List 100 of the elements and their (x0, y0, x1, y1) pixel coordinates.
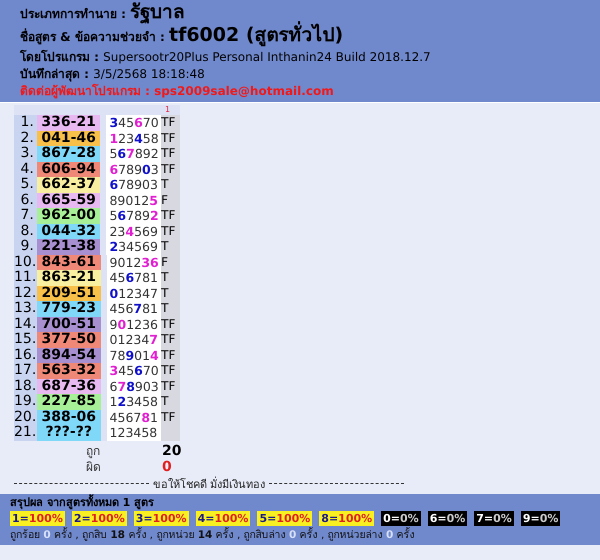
row-number: 20. (14, 410, 37, 425)
digit-cell: 678903 (106, 378, 162, 394)
number-cell: 894-54 (37, 348, 101, 363)
percent-badge: 2=100% (72, 510, 127, 526)
result-cell: TF (161, 348, 180, 363)
result-cell: T (161, 301, 180, 316)
number-cell: 227-85 (37, 394, 101, 410)
result-cell: TF (161, 208, 180, 224)
digit-cell: 345670 (106, 115, 162, 130)
number-cell: 662-37 (36, 177, 100, 192)
result-cell: TF (161, 378, 180, 394)
digit-cell: 678903 (106, 177, 162, 192)
divider-text: ขอให้โชคดี มั่งมีเงินทอง (152, 476, 266, 492)
field-value: Supersootr20Plus Personal Inthanin24 Build 2018.12.7 (103, 50, 431, 64)
result-cell: T (161, 286, 180, 301)
number-cell: 563-32 (37, 363, 101, 378)
digit-cell: 234569 (106, 239, 162, 254)
row-number: 11. (14, 270, 37, 286)
result-cell: TF (161, 130, 180, 146)
number-cell: 377-50 (37, 332, 101, 348)
summary-stats: ถูกร้อย 0 ครั้ง , ถูกสิบ 18 ครั้ง , ถูกหน่วย 14 ครั้ง , ถูกสิบล่าง 0 ครั้ง , ถูกหน่วยล่าง 0 ครั้ง (10, 528, 416, 542)
field-label: ประเภทการทำนาย : (20, 7, 127, 21)
row-number: 5. (14, 177, 37, 192)
percent-badge: 5=100% (257, 510, 312, 526)
result-cell: T (161, 270, 180, 286)
digit-cell: 012347 (106, 332, 162, 348)
number-cell: 962-00 (36, 208, 100, 224)
field-value: 3/5/2568 18:18:48 (93, 67, 205, 81)
row-number: 12. (14, 286, 37, 301)
number-cell: 700-51 (37, 316, 101, 332)
percent-badge: 6=0% (428, 510, 468, 526)
total-label: ผิด (86, 458, 102, 474)
contact-text: ติดต่อผู้พัฒนาโปรแกรม : sps2009sale@hotmail.com (20, 84, 334, 98)
percent-badge: 1=100% (10, 510, 65, 526)
field-label: โดยโปรแกรม : (20, 50, 100, 64)
row-number: 1. (14, 115, 37, 130)
row-number: 10. (14, 254, 37, 270)
result-cell: TF (161, 332, 180, 348)
result-cell: TF (161, 115, 180, 130)
row-number: 2. (14, 130, 37, 146)
field-value: รัฐบาล (130, 1, 186, 23)
number-cell: 665-59 (36, 192, 100, 208)
digit-cell: 901236 (106, 316, 162, 332)
field-label: บันทึกล่าสุด : (20, 67, 90, 81)
number-cell: 041-46 (36, 130, 100, 146)
digit-cell: 901236 (106, 254, 162, 270)
row-number: 16. (14, 348, 37, 363)
number-cell: ???-?? (37, 425, 101, 440)
total-value: 0 (162, 458, 172, 474)
number-cell: 843-61 (37, 254, 101, 270)
result-cell: TF (161, 316, 180, 332)
number-cell: 687-36 (37, 378, 101, 394)
result-cell: T (161, 177, 180, 192)
total-value: 20 (162, 442, 182, 458)
number-cell: 044-32 (36, 224, 100, 239)
row-number: 15. (14, 332, 37, 348)
row-number: 17. (14, 363, 37, 378)
digit-cell: 123458 (106, 130, 162, 146)
result-cell: TF (161, 410, 180, 425)
digit-cell: 456781 (106, 410, 162, 425)
row-number: 7. (14, 208, 37, 224)
result-cell: TF (161, 162, 180, 177)
percent-badge: 4=100% (196, 510, 250, 526)
digit-cell: 567892 (106, 208, 162, 224)
row-number: 4. (14, 162, 37, 177)
digit-cell: 234569 (106, 224, 162, 239)
row-number: 3. (14, 146, 37, 162)
result-cell: TF (161, 146, 180, 162)
row-number: 18. (14, 378, 37, 394)
row-number: 13. (14, 301, 37, 316)
number-cell: 606-94 (36, 162, 100, 177)
percent-badge: 9=0% (520, 510, 560, 526)
result-cell: T (161, 239, 180, 254)
result-cell: F (161, 254, 180, 270)
row-number: 14. (14, 316, 37, 332)
number-cell: 388-06 (37, 410, 101, 425)
row-number: 9. (14, 239, 37, 254)
digit-cell: 012347 (106, 286, 162, 301)
row-number: 8. (14, 224, 37, 239)
percent-badge: 0=0% (381, 510, 421, 526)
total-label: ถูก (86, 442, 101, 458)
digit-cell: 890125 (106, 192, 162, 208)
percent-badge: 8=100% (319, 510, 374, 526)
column-marker: 1 (165, 105, 170, 115)
digit-cell: 567892 (106, 146, 162, 162)
number-cell: 336-21 (36, 115, 100, 130)
result-cell: F (161, 192, 180, 208)
number-cell: 209-51 (37, 286, 101, 301)
number-cell: 867-28 (36, 146, 100, 162)
percent-badge: 3=100% (134, 510, 189, 526)
result-cell: TF (161, 224, 180, 239)
row-number: 19. (14, 394, 37, 410)
row-number: 21. (14, 425, 37, 440)
percent-badge: 7=0% (474, 510, 514, 526)
field-label: ชื่อสูตร & ข้อความช่วยจำ : (20, 30, 166, 44)
row-number: 6. (14, 192, 37, 208)
digit-cell: 345670 (106, 363, 162, 378)
digit-cell: 123458 (106, 425, 162, 440)
digit-cell: 789014 (106, 348, 162, 363)
result-cell: T (161, 394, 180, 410)
